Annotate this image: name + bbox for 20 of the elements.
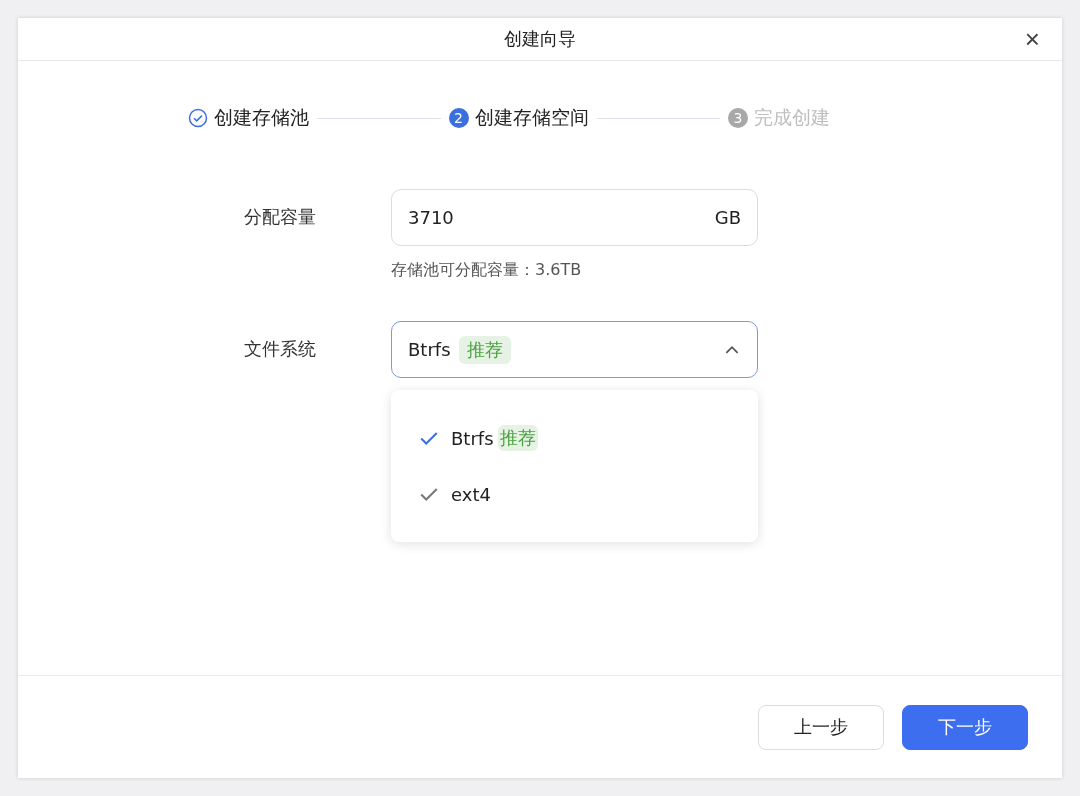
hint-text: 存储池可分配容量：3.6TB <box>391 260 583 281</box>
recommended-tag: 推荐 <box>458 335 511 364</box>
recommended-tag: 推荐 <box>497 425 538 451</box>
filesystem-select[interactable]: Btrfs 推荐 <box>391 321 758 378</box>
next-button[interactable]: 下一步 <box>902 704 1028 750</box>
dropdown-option[interactable]: ext4 <box>391 466 758 522</box>
step-number: 2 <box>448 108 469 128</box>
step-label: 完成创建 <box>754 105 830 130</box>
window-title: 创建向导 <box>504 27 576 51</box>
capacity-input[interactable]: 3710 GB <box>391 189 758 246</box>
close-button[interactable]: × <box>1020 24 1044 55</box>
unit-label: GB <box>714 207 741 228</box>
step-label: 创建存储池 <box>214 105 309 130</box>
field-label: 文件系统 <box>244 337 317 361</box>
dropdown-option[interactable]: Btrfs 推荐 <box>391 410 758 466</box>
step-label: 创建存储空间 <box>474 105 589 130</box>
step-number: 3 <box>728 108 748 128</box>
field-label: 分配容量 <box>244 205 317 229</box>
back-button[interactable]: 上一步 <box>758 704 884 750</box>
check-circle-icon <box>188 108 208 128</box>
